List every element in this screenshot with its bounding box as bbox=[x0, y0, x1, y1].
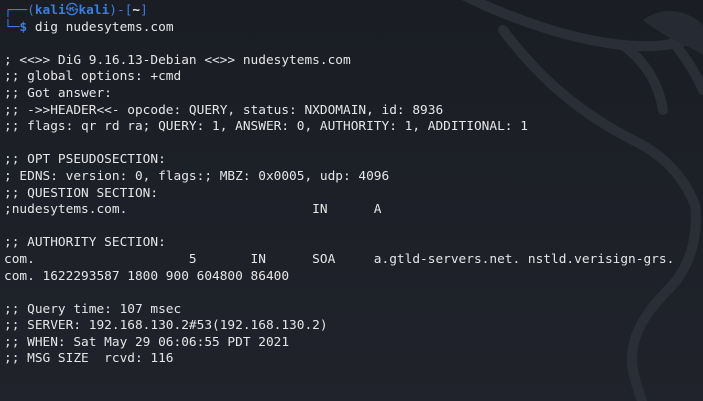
output-line: ;; OPT PSEUDOSECTION: bbox=[4, 152, 166, 168]
output-line: ;nudesytems.com. IN A bbox=[4, 202, 382, 218]
output-line: ;; SERVER: 192.168.130.2#53(192.168.130.… bbox=[4, 318, 328, 334]
output-line: com. 5 IN SOA a.gtld-servers.net. nstld.… bbox=[4, 251, 675, 267]
prompt-line-command: └─$ dig nudesytems.com bbox=[4, 20, 703, 37]
output-line: com. 1622293587 1800 900 604800 86400 bbox=[4, 268, 290, 284]
prompt-host: kali bbox=[78, 3, 110, 18]
command-text: dig nudesytems.com bbox=[34, 19, 174, 35]
prompt-user: kali bbox=[34, 3, 66, 18]
output-line: ; <<>> DiG 9.16.13-Debian <<>> nudesytem… bbox=[4, 52, 351, 68]
output-line: ;; QUESTION SECTION: bbox=[4, 185, 159, 201]
prompt-frame-top: ┌──( bbox=[4, 3, 35, 18]
output-line: ;; AUTHORITY SECTION: bbox=[4, 235, 166, 251]
prompt-frame-bottom: └─ bbox=[4, 19, 20, 35]
prompt-frame-mid: )-[ bbox=[109, 3, 133, 18]
output-line: ;; global options: +cmd bbox=[4, 69, 182, 85]
output-line: ;; Got answer: bbox=[4, 85, 112, 101]
output-line: ; EDNS: version: 0, flags:; MBZ: 0x0005,… bbox=[4, 168, 390, 184]
output-line: ;; ->>HEADER<<- opcode: QUERY, status: N… bbox=[4, 102, 444, 118]
prompt-cwd: ~ bbox=[132, 3, 141, 18]
output-line: ;; Query time: 107 msec bbox=[4, 301, 182, 317]
output-line: ;; MSG SIZE rcvd: 116 bbox=[4, 351, 174, 367]
terminal-content: ┌──(kali㉿kali)-[~] └─$ dig nudesytems.co… bbox=[4, 3, 703, 368]
prompt-at-symbol: ㉿ bbox=[65, 3, 79, 18]
terminal-window[interactable]: ┌──(kali㉿kali)-[~] └─$ dig nudesytems.co… bbox=[0, 0, 703, 401]
prompt-frame-end: ] bbox=[140, 3, 148, 18]
prompt-dollar: $ bbox=[19, 19, 35, 35]
output-line: ;; WHEN: Sat May 29 06:06:55 PDT 2021 bbox=[4, 334, 290, 350]
output-line: ;; flags: qr rd ra; QUERY: 1, ANSWER: 0,… bbox=[4, 119, 528, 135]
prompt-line-top: ┌──(kali㉿kali)-[~] bbox=[4, 3, 703, 20]
